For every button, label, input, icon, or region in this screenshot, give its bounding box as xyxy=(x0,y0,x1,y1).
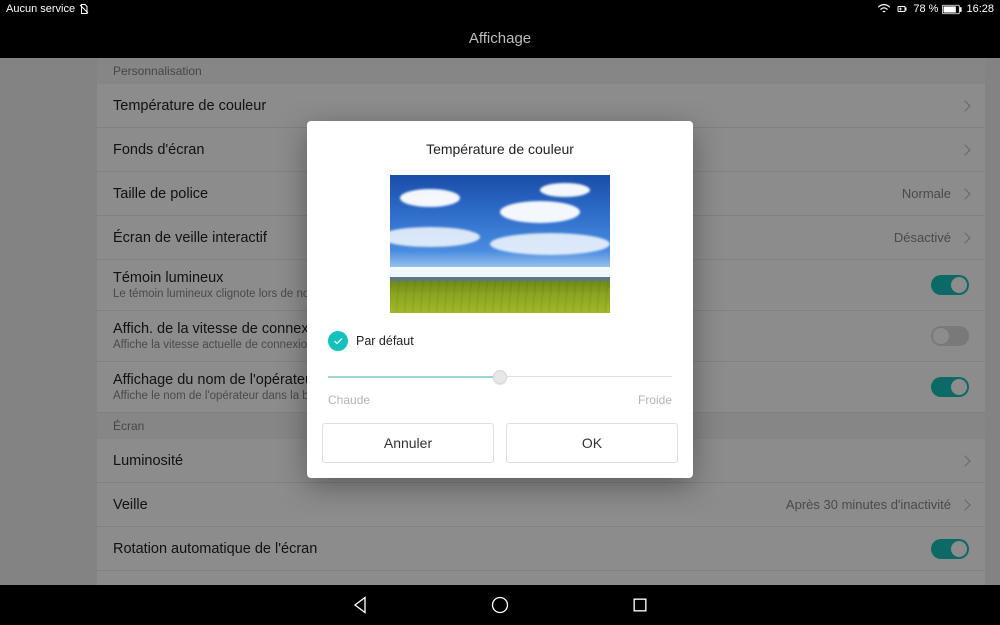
slider-cold-label: Froide xyxy=(638,393,672,407)
color-temperature-slider[interactable] xyxy=(328,365,672,389)
button-label: OK xyxy=(582,435,602,451)
ok-button[interactable]: OK xyxy=(506,423,678,463)
slider-thumb[interactable] xyxy=(493,370,507,384)
page-header: Affichage xyxy=(0,18,1000,58)
button-label: Annuler xyxy=(384,435,432,451)
navigation-bar xyxy=(0,585,1000,625)
back-icon[interactable] xyxy=(350,595,370,615)
battery-percent-text: 78 % xyxy=(913,3,938,15)
recent-apps-icon[interactable] xyxy=(630,595,650,615)
color-preview-image xyxy=(390,175,610,313)
home-icon[interactable] xyxy=(490,595,510,615)
cancel-button[interactable]: Annuler xyxy=(322,423,494,463)
battery-icon xyxy=(942,4,962,15)
slider-warm-label: Chaude xyxy=(328,393,370,407)
page-title: Affichage xyxy=(469,30,531,47)
default-checkbox-row[interactable]: Par défaut xyxy=(328,331,678,351)
clock-text: 16:28 xyxy=(966,3,994,15)
checkmark-icon xyxy=(328,331,348,351)
battery-saver-icon xyxy=(895,3,909,15)
dialog-title: Température de couleur xyxy=(322,141,678,157)
default-label: Par défaut xyxy=(356,334,414,348)
status-bar: Aucun service 78 % 16:28 xyxy=(0,0,1000,18)
color-temperature-dialog: Température de couleur Par défaut Chaude… xyxy=(307,121,693,478)
wifi-icon xyxy=(877,3,891,15)
service-status-text: Aucun service xyxy=(6,3,75,15)
no-sim-icon xyxy=(78,3,90,15)
